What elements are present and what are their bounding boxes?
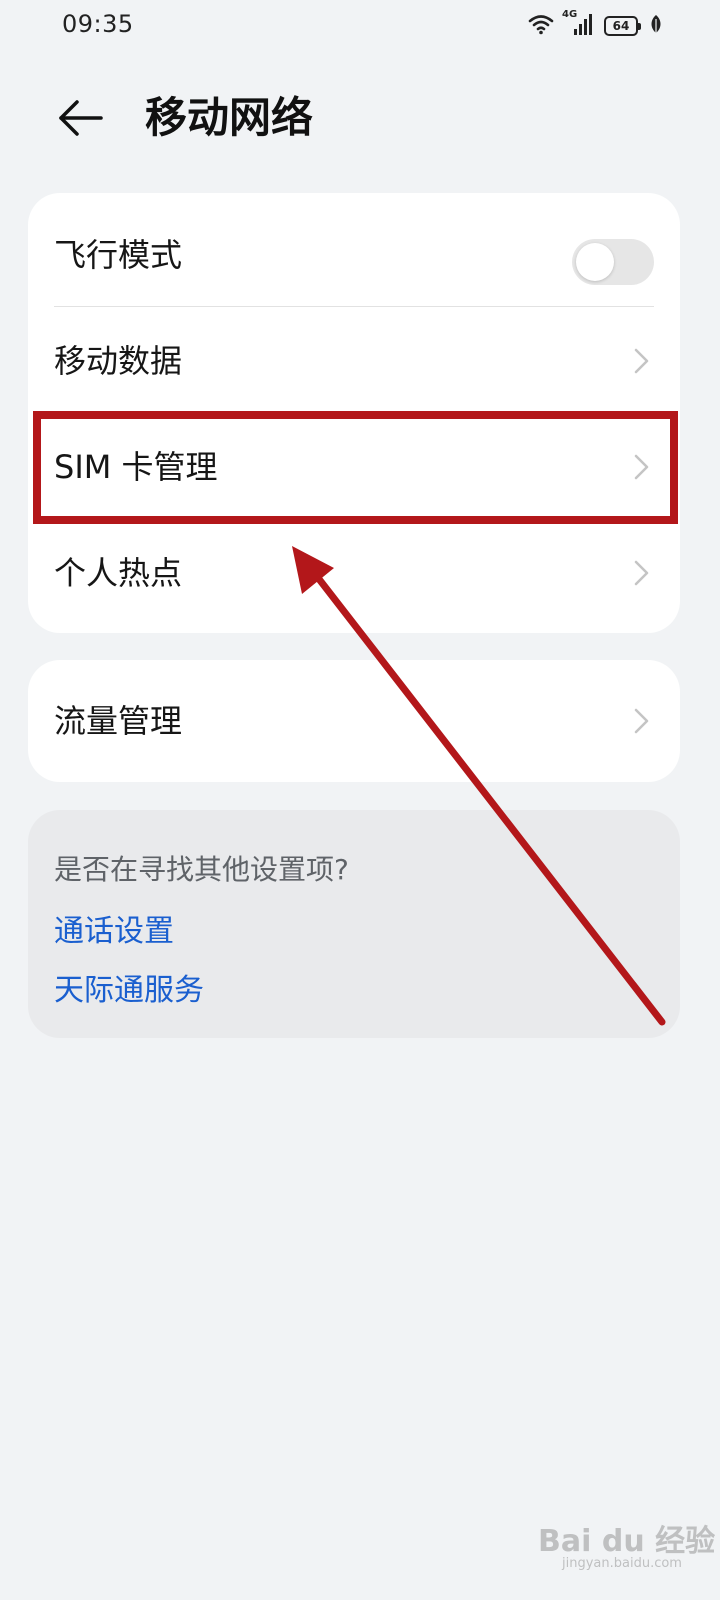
watermark-url: jingyan.baidu.com	[562, 1556, 682, 1571]
annotation-arrow	[292, 546, 666, 1026]
baidu-watermark: Bai du 经验	[538, 1524, 716, 1559]
